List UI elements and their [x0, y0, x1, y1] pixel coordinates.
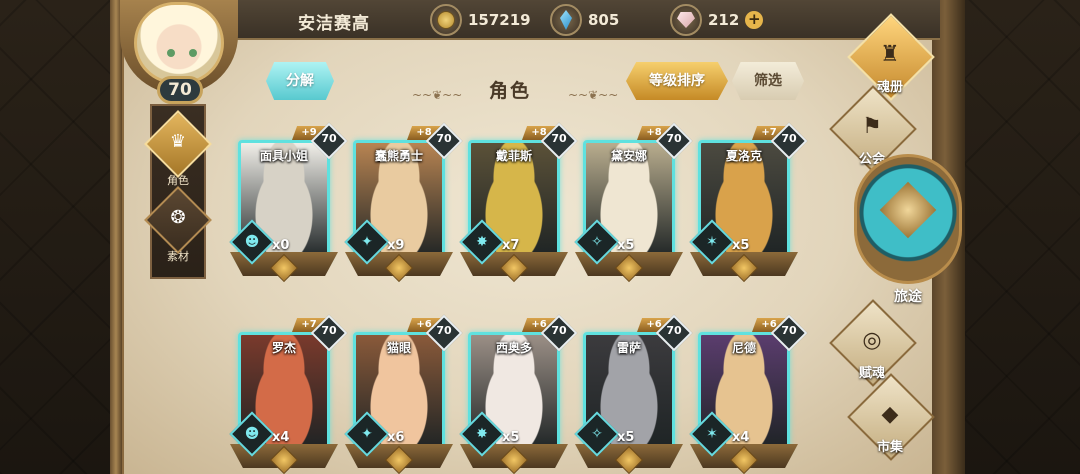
crystal-amount: 805 [588, 11, 620, 29]
hero-level: 70 [666, 324, 682, 337]
hero-card[interactable]: 猫眼 +6 70 ✦ x6 [344, 314, 463, 474]
gold-coin-icon [430, 4, 462, 36]
hero-shard-count: x9 [387, 238, 405, 253]
hero-card[interactable]: 夏洛克 +7 70 ✶ x5 [689, 122, 808, 298]
hero-name: 夏洛克 [725, 149, 762, 163]
hero-name: 戴菲斯 [495, 149, 532, 163]
hero-level: 70 [781, 324, 797, 337]
hero-card[interactable]: 罗杰 +7 70 ☻ x4 [229, 314, 348, 474]
menu-market[interactable]: ◆ 市集 [842, 373, 938, 470]
sort-by-level-button[interactable]: 等级排序 [626, 62, 728, 100]
avatar[interactable] [134, 2, 224, 84]
gem-currency: 212 + [670, 4, 764, 36]
hero-name: 蠢熊勇士 [374, 149, 423, 163]
page-title: 角色 [488, 80, 531, 102]
hero-level: 70 [436, 324, 452, 337]
left-frame-trim [110, 0, 122, 474]
hero-level: 70 [436, 132, 452, 145]
pink-gem-icon [670, 4, 702, 36]
hero-card[interactable]: 雷萨 +6 70 ✧ x5 [574, 314, 693, 474]
hero-shard-count: x7 [502, 238, 520, 253]
hero-shard-count: x5 [617, 238, 635, 253]
hero-name: 黛安娜 [610, 149, 647, 163]
gold-currency: 157219 [430, 4, 531, 36]
blue-crystal-icon [550, 4, 582, 36]
title-ornament-right: ~~❦~~ [568, 88, 619, 102]
hero-level: 70 [321, 132, 337, 145]
hero-name: 西奥多 [495, 341, 532, 355]
hero-name: 猫眼 [386, 341, 411, 355]
hero-shard-count: x4 [272, 430, 290, 445]
hero-level: 70 [666, 132, 682, 145]
gold-amount: 157219 [468, 11, 531, 29]
hero-level: 70 [321, 324, 337, 337]
hero-card[interactable]: 戴菲斯 +8 70 ✸ x7 [459, 122, 578, 298]
hero-shard-count: x5 [732, 238, 750, 253]
hero-name: 尼德 [731, 341, 756, 355]
tab-materials[interactable]: ❂ 素材 [144, 186, 212, 264]
hero-card[interactable]: 面具小姐 +9 70 ☻ x0 [229, 122, 348, 298]
menu-soul-infuse-label: 赋魂 [858, 366, 885, 381]
tab-heroes[interactable]: ♛ 角色 [144, 110, 212, 188]
gem-amount: 212 [708, 11, 740, 29]
decompose-button[interactable]: 分解 [266, 62, 334, 100]
player-level-badge: 70 [157, 76, 203, 104]
hero-name: 罗杰 [271, 341, 296, 355]
crystal-currency: 805 [550, 4, 619, 36]
menu-journey-label: 旅途 [894, 289, 922, 305]
hero-card[interactable]: 尼德 +6 70 ✶ x4 [689, 314, 808, 474]
hero-card[interactable]: 蠢熊勇士 +8 70 ✦ x9 [344, 122, 463, 298]
hero-card[interactable]: 黛安娜 +8 70 ✧ x5 [574, 122, 693, 298]
player-name: 安洁赛高 [298, 14, 370, 34]
menu-market-label: 市集 [876, 440, 903, 455]
hero-level: 70 [781, 132, 797, 145]
hero-level: 70 [551, 324, 567, 337]
title-ornament-left: ~~❦~~ [412, 88, 463, 102]
hero-shard-count: x5 [617, 430, 635, 445]
hero-name: 雷萨 [616, 341, 641, 355]
add-gem-button[interactable]: + [745, 11, 764, 29]
menu-journey[interactable]: 旅途 [848, 150, 968, 310]
hero-shard-count: x6 [387, 430, 405, 445]
hero-shard-count: x5 [502, 430, 520, 445]
hero-shard-count: x4 [732, 430, 750, 445]
hero-level: 70 [551, 132, 567, 145]
filter-button[interactable]: 筛选 [732, 62, 804, 100]
tab-materials-label: 素材 [167, 250, 189, 263]
hero-card[interactable]: 西奥多 +6 70 ✸ x5 [459, 314, 578, 474]
hero-name: 面具小姐 [259, 149, 308, 163]
hero-shard-count: x0 [272, 238, 290, 253]
